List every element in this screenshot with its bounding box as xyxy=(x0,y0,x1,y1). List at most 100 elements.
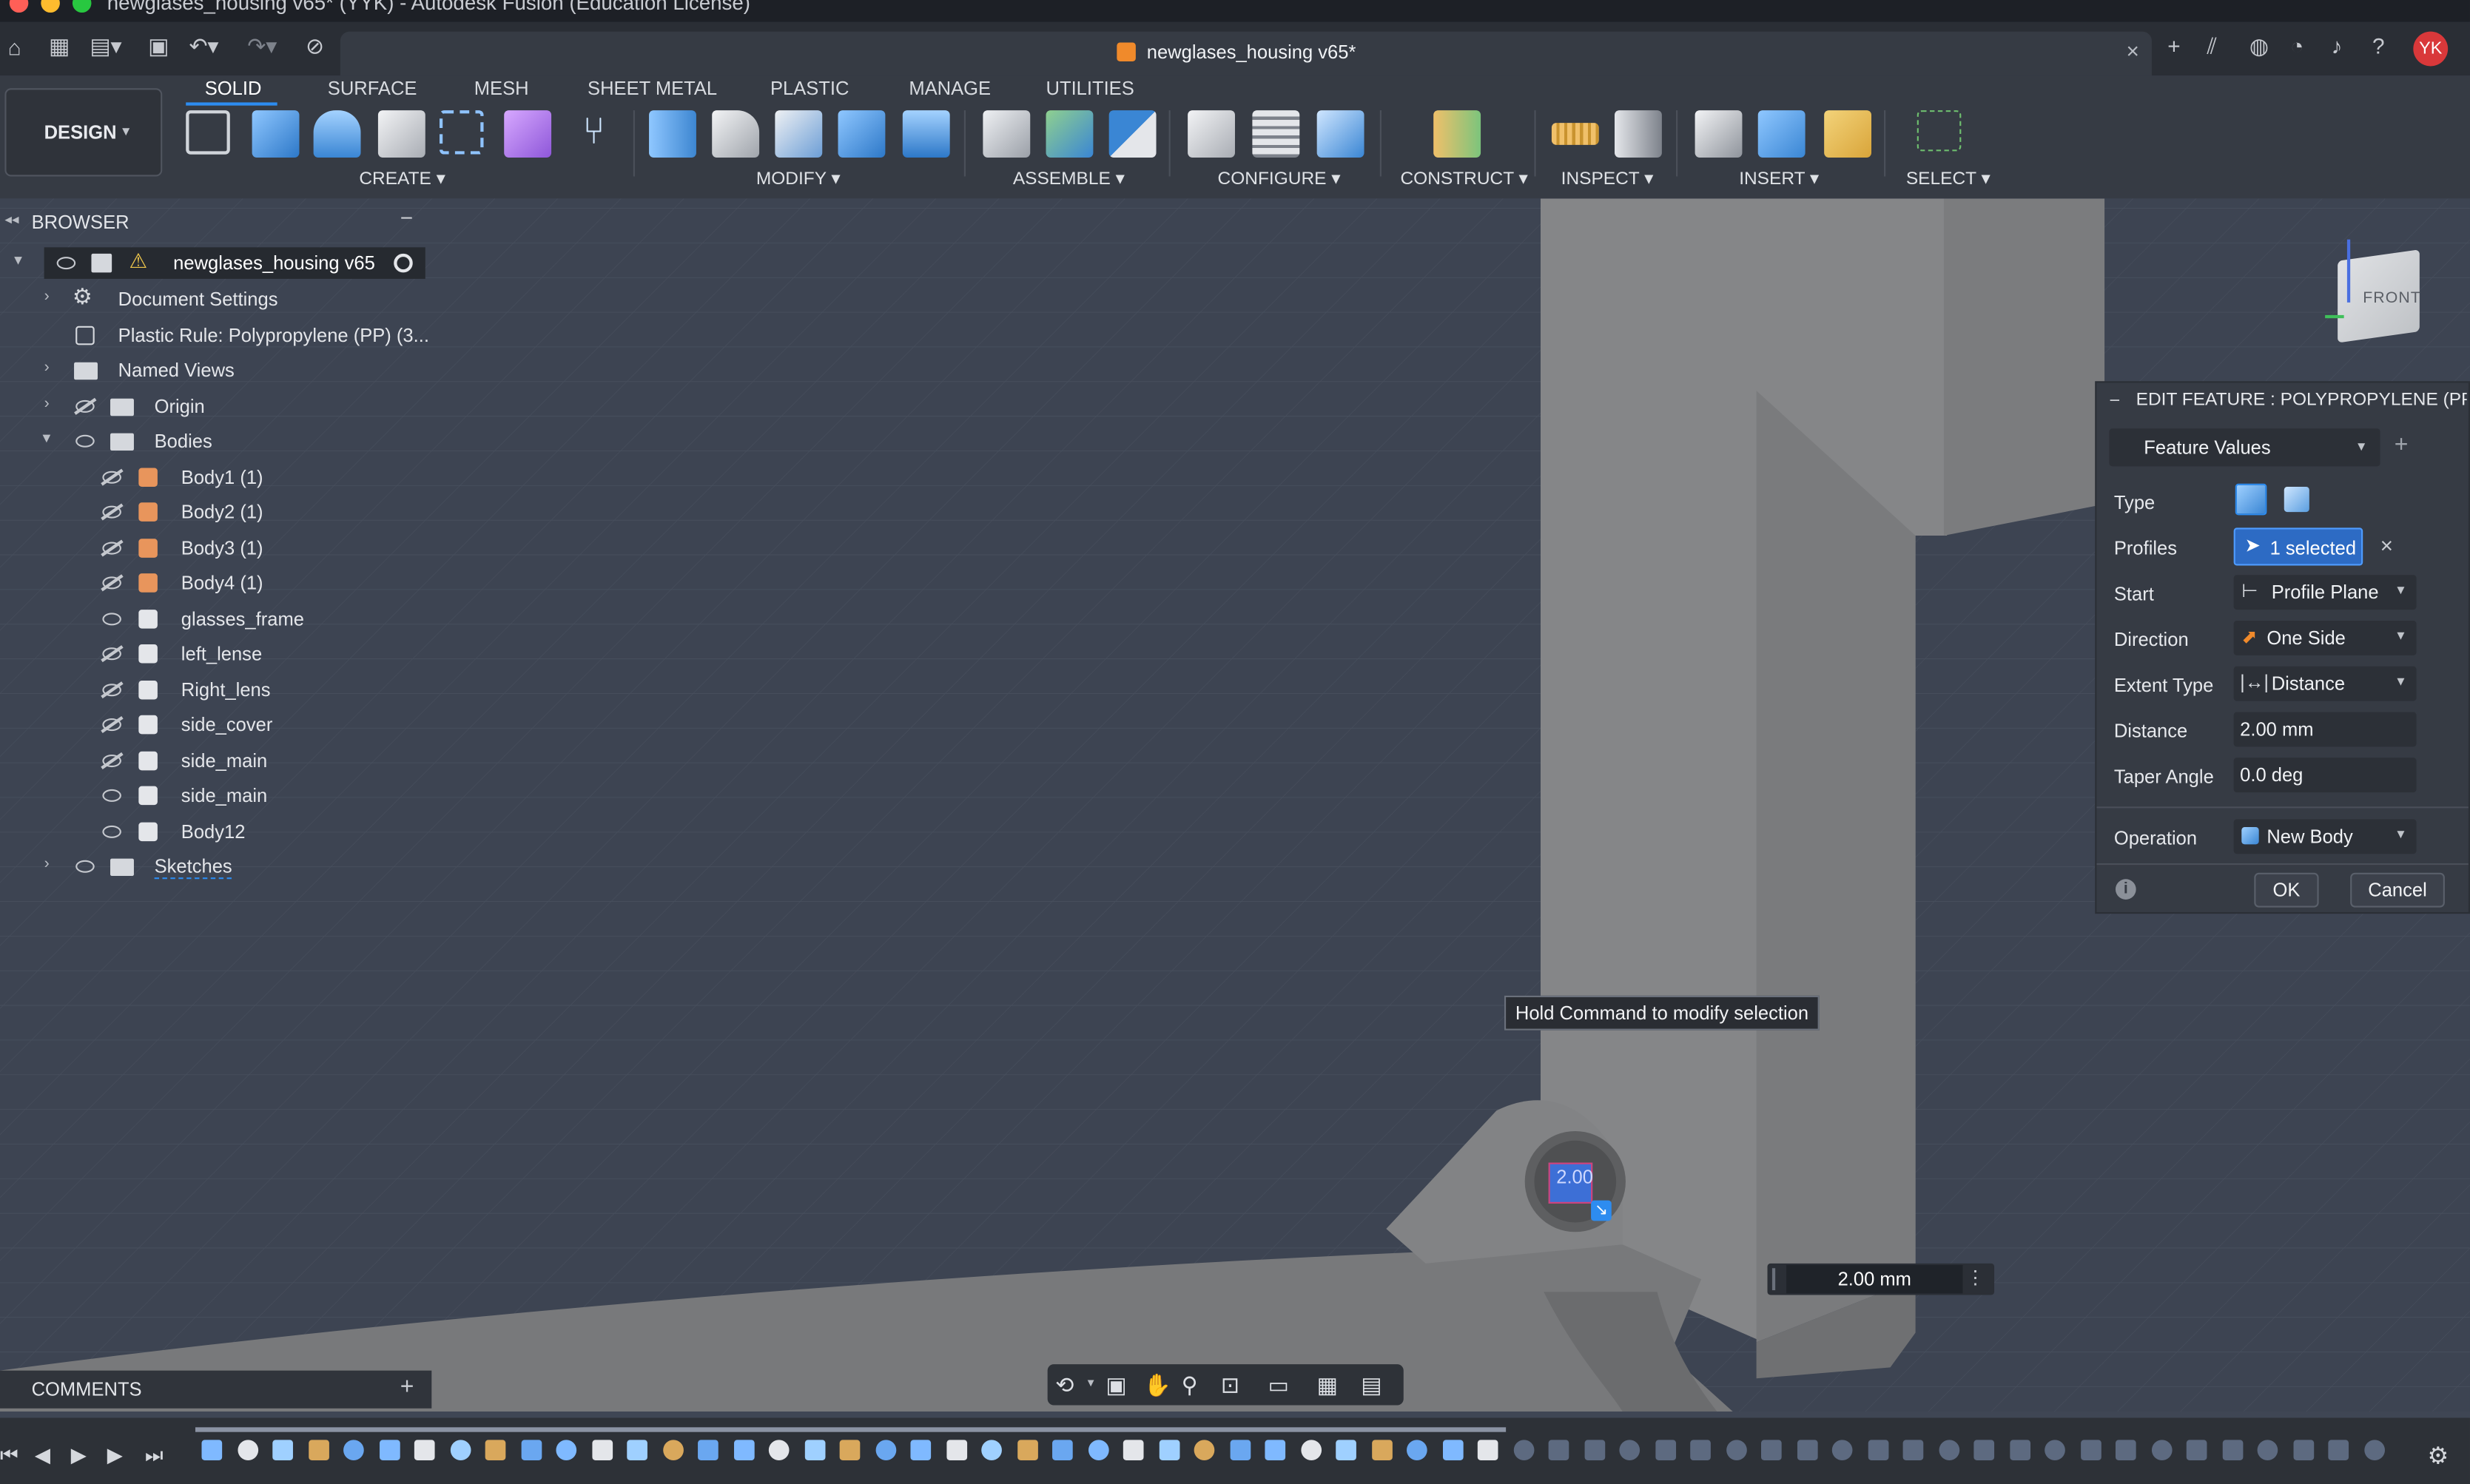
undo-icon[interactable]: ↶▾ xyxy=(189,33,218,60)
timeline-feature-icon[interactable] xyxy=(875,1440,896,1461)
assemble-menu[interactable]: ASSEMBLE ▾ xyxy=(1013,167,1125,189)
look-at-icon[interactable]: ▣ xyxy=(1106,1372,1126,1399)
chevron-down-icon[interactable]: ▾ xyxy=(14,252,22,269)
more-options-icon[interactable]: ⋮ xyxy=(1966,1267,1985,1289)
tab-sheet-metal[interactable]: SHEET METAL xyxy=(588,77,717,99)
visibility-eye-icon[interactable] xyxy=(102,613,121,626)
insert-derive-icon[interactable] xyxy=(1695,110,1743,158)
visibility-hidden-icon[interactable] xyxy=(102,471,121,484)
visibility-eye-icon[interactable] xyxy=(75,860,95,873)
split-body-icon[interactable] xyxy=(902,110,950,158)
inspect-menu[interactable]: INSPECT ▾ xyxy=(1561,167,1654,189)
tab-solid[interactable]: SOLID xyxy=(205,77,262,99)
timeline-feature-icon[interactable] xyxy=(2009,1440,2030,1461)
notifications-bell-icon[interactable]: ♪ xyxy=(2332,33,2343,58)
go-to-start-icon[interactable]: ⏮ xyxy=(0,1443,18,1468)
browser-root-item[interactable]: ▾ ⚠ newglases_housing v65 xyxy=(0,247,431,279)
timeline-feature-icon[interactable] xyxy=(733,1440,754,1461)
timeline-feature-icon[interactable] xyxy=(1938,1440,1959,1461)
timeline-feature-icon[interactable] xyxy=(2186,1440,2207,1461)
offset-plane-icon[interactable] xyxy=(1433,110,1481,158)
timeline-feature-icon[interactable] xyxy=(378,1440,400,1461)
configuration-table-icon[interactable] xyxy=(1252,110,1300,158)
distance-dimension-input[interactable]: 2.00 mm xyxy=(1786,1264,1963,1294)
extrude-icon[interactable] xyxy=(252,110,300,158)
ok-button[interactable]: OK xyxy=(2254,872,2319,908)
document-tab[interactable]: newglases_housing v65* × xyxy=(340,31,2152,76)
configure-menu[interactable]: CONFIGURE ▾ xyxy=(1218,167,1341,189)
revolve-icon[interactable] xyxy=(313,110,361,158)
window-select-icon[interactable] xyxy=(1917,110,1962,152)
timeline-feature-icon[interactable] xyxy=(2150,1440,2172,1461)
timeline-feature-icon[interactable] xyxy=(1690,1440,1711,1461)
extrude-type-thin-icon[interactable] xyxy=(2284,487,2309,513)
timeline-feature-icon[interactable] xyxy=(2292,1440,2314,1461)
timeline-feature-icon[interactable] xyxy=(343,1440,364,1461)
close-tab-icon[interactable]: × xyxy=(2126,38,2138,63)
start-dropdown[interactable]: ⊢ Profile Plane ▼ xyxy=(2233,575,2417,610)
timeline-feature-icon[interactable] xyxy=(946,1440,967,1461)
save-icon[interactable]: ▣ xyxy=(148,33,169,60)
timeline-feature-icon[interactable] xyxy=(1760,1440,1782,1461)
timeline-feature-icon[interactable] xyxy=(1512,1440,1534,1461)
step-forward-icon[interactable]: ▶ xyxy=(107,1443,123,1468)
help-icon[interactable]: ? xyxy=(2372,33,2385,58)
extrude-type-solid-icon[interactable] xyxy=(2235,483,2267,516)
timeline-feature-icon[interactable] xyxy=(237,1440,258,1461)
visibility-eye-icon[interactable] xyxy=(102,825,121,838)
job-status-icon[interactable]: ◍ xyxy=(2249,33,2269,60)
timeline-feature-icon[interactable] xyxy=(1229,1440,1251,1461)
timeline-feature-icon[interactable] xyxy=(308,1440,329,1461)
timeline-feature-icon[interactable] xyxy=(201,1440,223,1461)
visibility-hidden-icon[interactable] xyxy=(102,647,121,661)
theme-table-icon[interactable] xyxy=(1316,110,1364,158)
display-settings-icon[interactable]: ▭ xyxy=(1268,1372,1289,1399)
timeline-feature-icon[interactable] xyxy=(272,1440,293,1461)
feature-values-dropdown[interactable]: Feature Values ▼ xyxy=(2109,428,2380,467)
tab-manage[interactable]: MANAGE xyxy=(909,77,991,99)
timeline-feature-icon[interactable] xyxy=(768,1440,790,1461)
timeline-feature-icon[interactable] xyxy=(804,1440,825,1461)
new-tab-icon[interactable]: + xyxy=(2167,33,2180,58)
combine-icon[interactable] xyxy=(838,110,886,158)
insert-mesh-icon[interactable] xyxy=(1824,110,1872,158)
timeline-feature-icon[interactable] xyxy=(591,1440,613,1461)
select-menu[interactable]: SELECT ▾ xyxy=(1906,167,1991,189)
add-comment-icon[interactable]: + xyxy=(400,1374,414,1400)
clear-selection-icon[interactable]: × xyxy=(2380,533,2393,558)
timeline-feature-icon[interactable] xyxy=(662,1440,683,1461)
visibility-eye-icon[interactable] xyxy=(102,789,121,802)
fillet-icon[interactable] xyxy=(712,110,760,158)
timeline-feature-icon[interactable] xyxy=(1123,1440,1144,1461)
timeline-feature-icon[interactable] xyxy=(2045,1440,2065,1461)
timeline-feature-icon[interactable] xyxy=(1796,1440,1817,1461)
collapse-dialog-icon[interactable]: − xyxy=(2109,389,2120,411)
as-built-joint-icon[interactable] xyxy=(1108,110,1157,158)
timeline-scrollbar[interactable] xyxy=(195,1427,1507,1432)
create-form-icon[interactable] xyxy=(504,110,552,158)
minimize-browser-icon[interactable]: − xyxy=(400,205,413,230)
distance-input[interactable]: 2.00 mm xyxy=(2233,712,2417,747)
zoom-window-button[interactable] xyxy=(72,0,92,13)
viewports-icon[interactable]: ▤ xyxy=(1361,1372,1382,1399)
cancel-button[interactable]: Cancel xyxy=(2350,872,2445,908)
configure-icon[interactable] xyxy=(1188,110,1235,158)
data-panel-grid-icon[interactable]: ▦ xyxy=(49,33,70,60)
visibility-hidden-icon[interactable] xyxy=(102,718,121,732)
timeline-feature-icon[interactable] xyxy=(2257,1440,2278,1461)
create-menu[interactable]: CREATE ▾ xyxy=(359,167,445,189)
modify-menu[interactable]: MODIFY ▾ xyxy=(756,167,841,189)
workspace-switcher-button[interactable]: DESIGN ▼ xyxy=(4,88,163,177)
visibility-eye-icon[interactable] xyxy=(56,257,76,270)
timeline-feature-icon[interactable] xyxy=(1087,1440,1108,1461)
timeline-feature-icon[interactable] xyxy=(520,1440,542,1461)
timeline-feature-icon[interactable] xyxy=(1265,1440,1286,1461)
link-icon[interactable]: ⊘ xyxy=(306,33,324,60)
extent-type-dropdown[interactable]: |↔| Distance ▼ xyxy=(2233,666,2417,701)
pattern-icon[interactable] xyxy=(439,110,484,155)
collapse-panel-icon[interactable]: ◂◂ xyxy=(4,211,18,228)
extensions-icon[interactable]: ⫽ xyxy=(2207,33,2216,60)
chevron-down-icon[interactable]: ▾ xyxy=(42,430,50,447)
timeline-feature-icon[interactable] xyxy=(839,1440,861,1461)
insert-menu[interactable]: INSERT ▾ xyxy=(1739,167,1819,189)
